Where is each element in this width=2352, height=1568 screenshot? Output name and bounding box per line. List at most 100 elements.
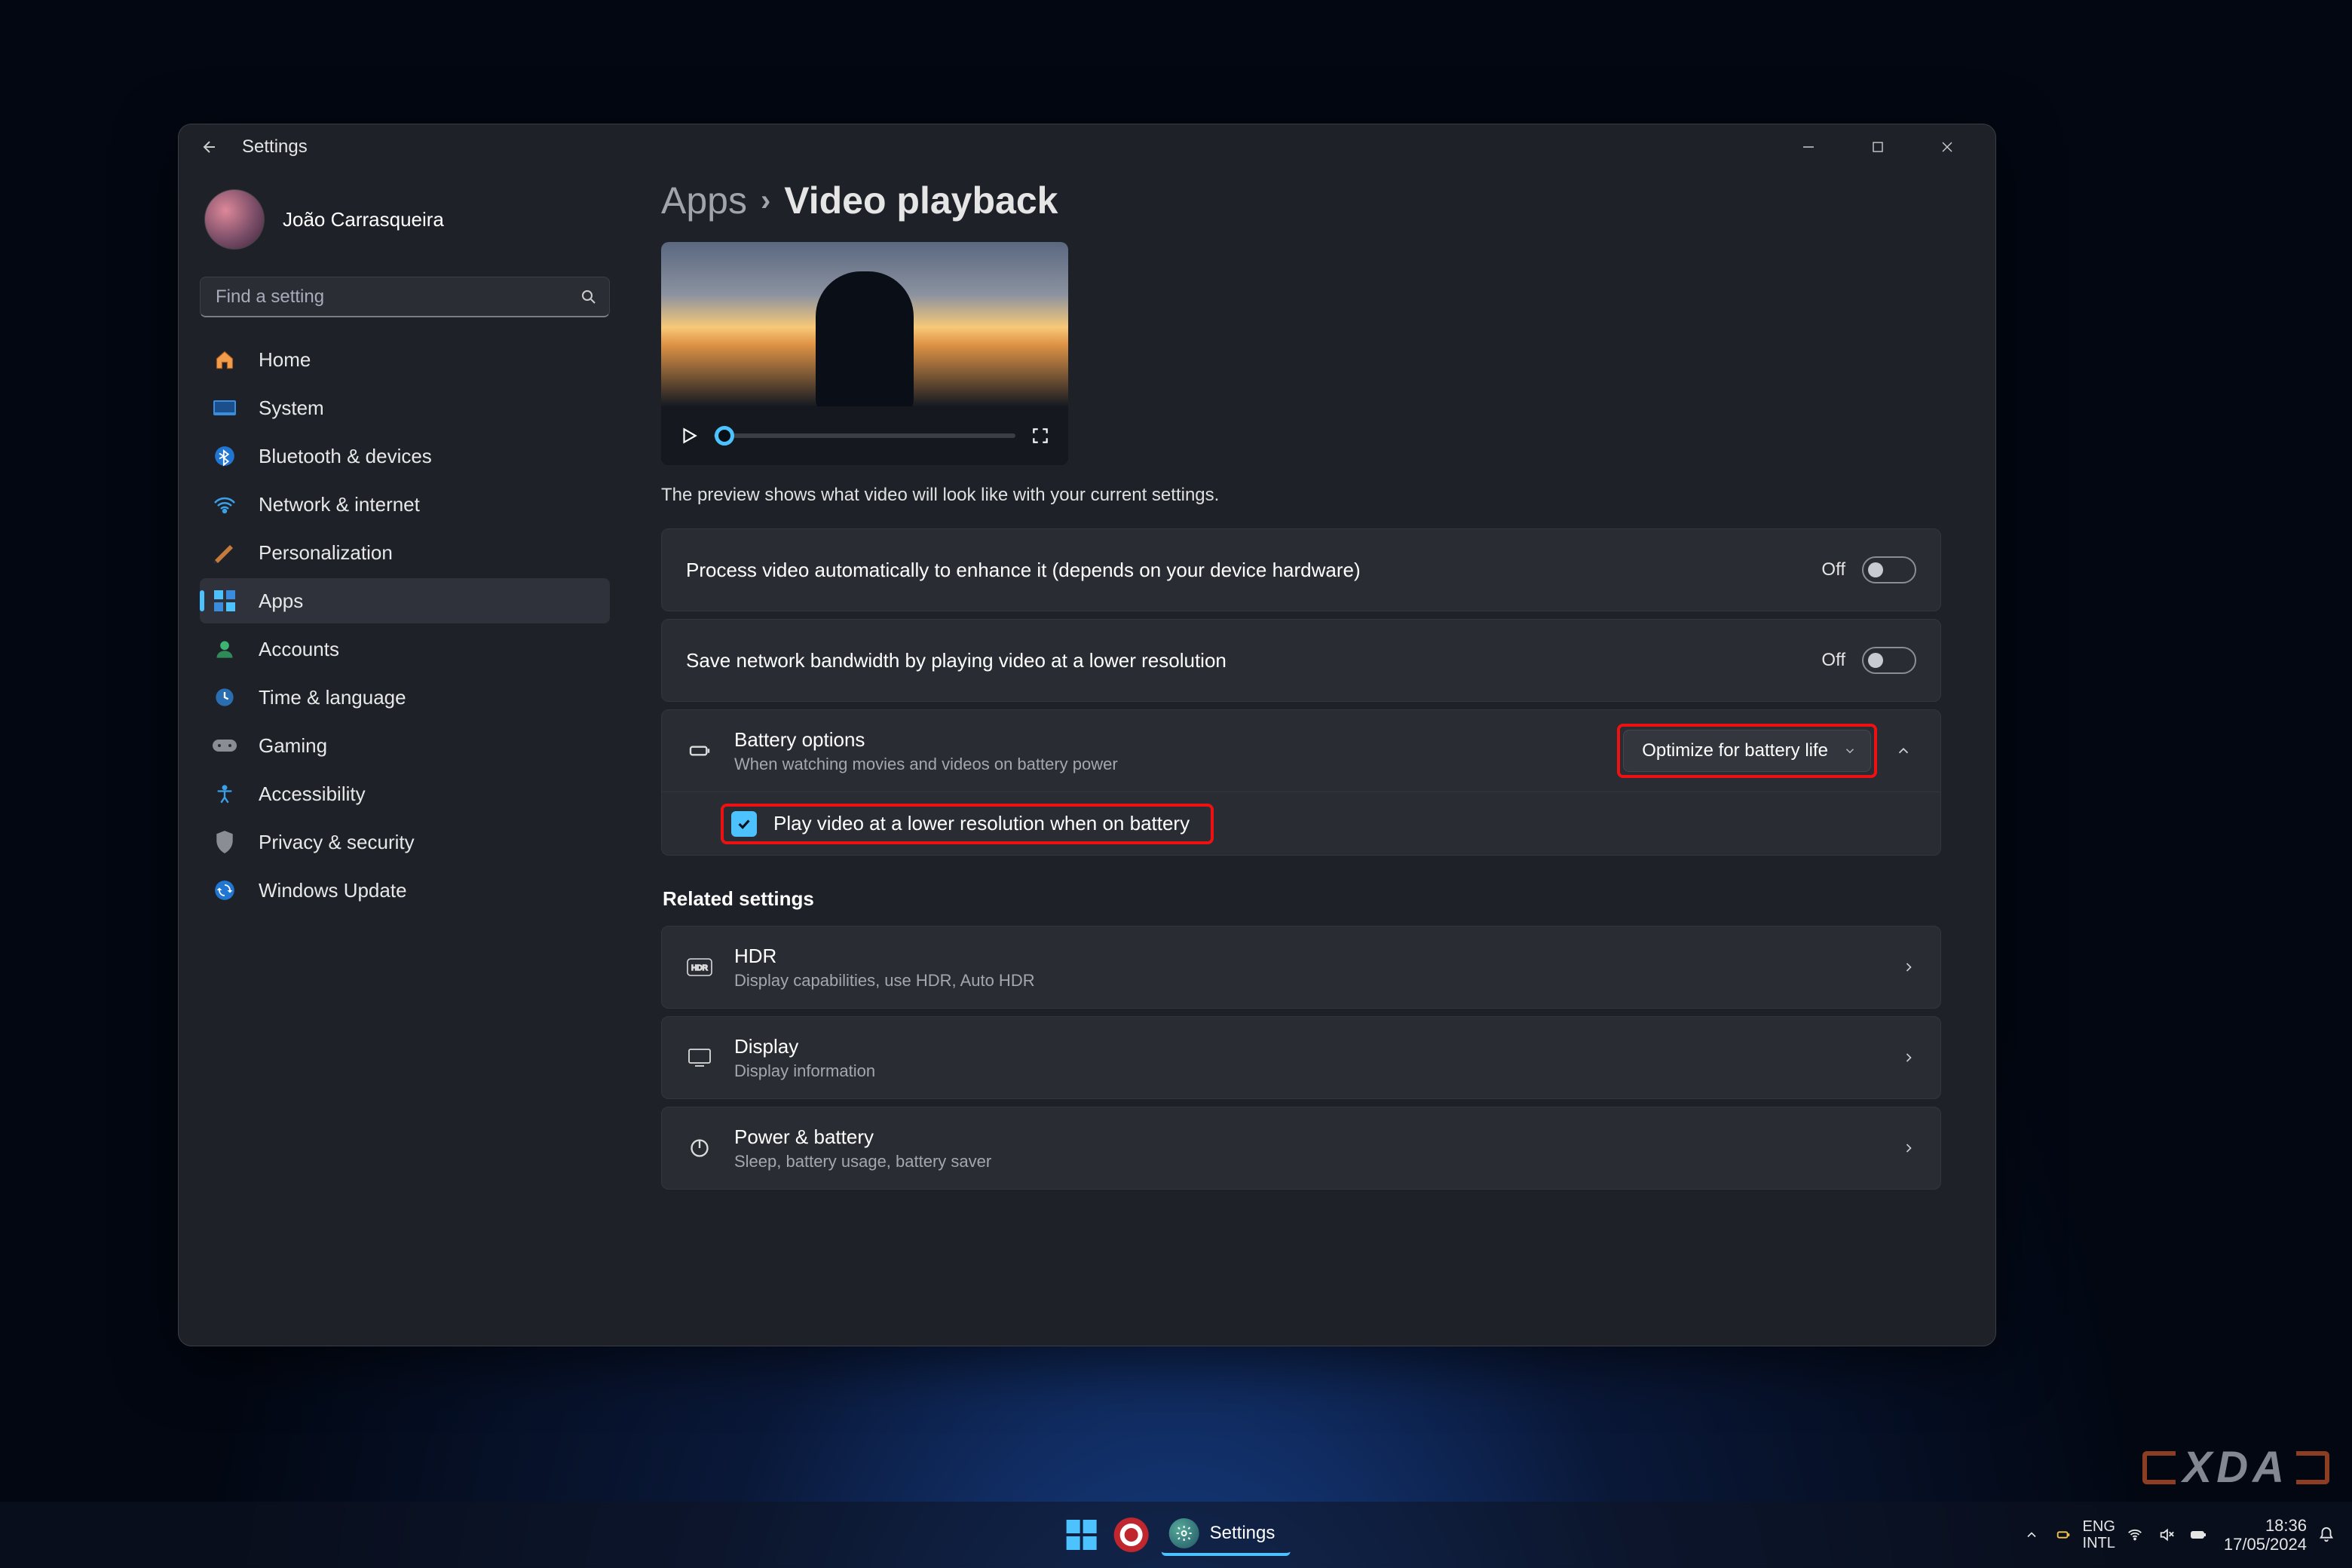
- apps-icon: [212, 588, 237, 614]
- related-title: Display: [734, 1035, 1880, 1058]
- close-button[interactable]: [1913, 129, 1982, 165]
- bandwidth-toggle[interactable]: [1862, 647, 1916, 674]
- battery-icon: [686, 739, 713, 763]
- notifications-icon[interactable]: [2314, 1523, 2338, 1547]
- username: João Carrasqueira: [283, 208, 444, 231]
- setting-battery-options: Battery options When watching movies and…: [661, 709, 1941, 856]
- hdr-icon: HDR: [686, 958, 713, 976]
- settings-app-taskbar[interactable]: Settings: [1162, 1514, 1291, 1556]
- preview-caption: The preview shows what video will look l…: [661, 485, 1941, 506]
- sidebar-item-label: Personalization: [259, 541, 393, 565]
- video-preview: [661, 242, 1068, 465]
- gaming-icon: [212, 733, 237, 758]
- sidebar-item-home[interactable]: Home: [200, 337, 610, 382]
- search-input[interactable]: [200, 277, 610, 317]
- sidebar-item-update[interactable]: Windows Update: [200, 868, 610, 913]
- time-icon: [212, 684, 237, 710]
- search-icon[interactable]: [580, 288, 598, 306]
- sidebar: João Carrasqueira Home System Bluetooth & …: [179, 170, 631, 1346]
- nav: Home System Bluetooth & devices Network & i…: [200, 337, 610, 913]
- chevron-right-icon: [1901, 1141, 1916, 1156]
- sidebar-item-label: Privacy & security: [259, 831, 415, 854]
- search: [200, 277, 610, 317]
- tray-power-icon[interactable]: [2051, 1523, 2075, 1547]
- accessibility-icon: [212, 781, 237, 807]
- lower-resolution-checkbox[interactable]: [731, 811, 757, 837]
- toggle-state: Off: [1821, 559, 1845, 580]
- update-icon: [212, 877, 237, 903]
- related-sub: Display information: [734, 1061, 1880, 1081]
- taskbar: Settings ENGINTL 18:3617/05/2024: [0, 1502, 2352, 1568]
- sidebar-item-label: Home: [259, 348, 311, 372]
- dropdown-value: Optimize for battery life: [1642, 740, 1828, 761]
- sidebar-item-network[interactable]: Network & internet: [200, 482, 610, 527]
- fullscreen-button[interactable]: [1031, 426, 1050, 446]
- sidebar-item-label: Time & language: [259, 686, 406, 709]
- profile[interactable]: João Carrasqueira: [200, 183, 610, 265]
- volume-icon[interactable]: [2154, 1523, 2179, 1547]
- process-video-toggle[interactable]: [1862, 556, 1916, 583]
- minimize-button[interactable]: [1774, 129, 1843, 165]
- titlebar: Settings: [179, 124, 1995, 170]
- back-button[interactable]: [198, 136, 221, 158]
- vivaldi-app[interactable]: [1112, 1515, 1151, 1554]
- sidebar-item-label: Apps: [259, 590, 303, 613]
- bluetooth-icon: [212, 443, 237, 469]
- chevron-right-icon: [1901, 960, 1916, 975]
- system-tray: ENGINTL 18:3617/05/2024: [2020, 1516, 2338, 1554]
- system-icon: [212, 395, 237, 421]
- related-title: HDR: [734, 945, 1880, 968]
- setting-bandwidth: Save network bandwidth by playing video …: [661, 619, 1941, 702]
- home-icon: [212, 347, 237, 372]
- sidebar-item-gaming[interactable]: Gaming: [200, 723, 610, 768]
- related-power[interactable]: Power & battery Sleep, battery usage, bat…: [661, 1107, 1941, 1190]
- sidebar-item-personalization[interactable]: Personalization: [200, 530, 610, 575]
- sidebar-item-time[interactable]: Time & language: [200, 675, 610, 720]
- breadcrumb-current: Video playback: [784, 179, 1058, 222]
- related-display[interactable]: Display Display information: [661, 1016, 1941, 1099]
- related-title: Power & battery: [734, 1125, 1880, 1149]
- sidebar-item-accounts[interactable]: Accounts: [200, 626, 610, 672]
- related-hdr[interactable]: HDRHDRDisplay capabilities, use HDR, Aut…: [661, 926, 1941, 1009]
- setting-process-video: Process video automatically to enhance i…: [661, 528, 1941, 611]
- battery-subrow: Play video at a lower resolution when on…: [662, 792, 1940, 855]
- sidebar-item-label: Network & internet: [259, 493, 420, 516]
- language-indicator[interactable]: ENGINTL: [2083, 1518, 2115, 1551]
- settings-window: Settings João Carrasqueira Home System Blu…: [178, 124, 1996, 1346]
- chevron-right-icon: [1901, 1050, 1916, 1065]
- accounts-icon: [212, 636, 237, 662]
- seek-slider[interactable]: [714, 433, 1015, 438]
- start-button[interactable]: [1062, 1515, 1101, 1554]
- content: Apps › Video playback The preview shows …: [631, 170, 1995, 1346]
- related-heading: Related settings: [663, 887, 1941, 911]
- checkbox-label: Play video at a lower resolution when on…: [773, 812, 1190, 835]
- sidebar-item-label: Accounts: [259, 638, 339, 661]
- play-button[interactable]: [679, 426, 699, 446]
- chevron-down-icon: [1843, 744, 1857, 758]
- battery-tray-icon[interactable]: [2186, 1523, 2210, 1547]
- sidebar-item-label: Gaming: [259, 734, 327, 758]
- sidebar-item-system[interactable]: System: [200, 385, 610, 430]
- sidebar-item-accessibility[interactable]: Accessibility: [200, 771, 610, 816]
- tray-chevron-icon[interactable]: [2020, 1523, 2044, 1547]
- setting-sub: When watching movies and videos on batte…: [734, 755, 1599, 774]
- maximize-button[interactable]: [1843, 129, 1913, 165]
- sidebar-item-privacy[interactable]: Privacy & security: [200, 819, 610, 865]
- sidebar-item-bluetooth[interactable]: Bluetooth & devices: [200, 433, 610, 479]
- watermark: XDA: [2142, 1442, 2329, 1493]
- breadcrumb-parent[interactable]: Apps: [661, 179, 747, 222]
- clock[interactable]: 18:3617/05/2024: [2224, 1516, 2307, 1554]
- setting-title: Battery options: [734, 728, 1599, 752]
- wifi-icon[interactable]: [2123, 1523, 2147, 1547]
- sidebar-item-apps[interactable]: Apps: [200, 578, 610, 623]
- power-icon: [686, 1138, 713, 1159]
- window-title: Settings: [242, 136, 308, 158]
- sidebar-item-label: System: [259, 397, 324, 420]
- related-sub: Sleep, battery usage, battery saver: [734, 1152, 1880, 1171]
- breadcrumb: Apps › Video playback: [661, 179, 1941, 222]
- collapse-button[interactable]: [1891, 743, 1916, 759]
- setting-label: Save network bandwidth by playing video …: [686, 649, 1800, 672]
- svg-text:HDR: HDR: [691, 964, 708, 972]
- battery-dropdown[interactable]: Optimize for battery life: [1623, 730, 1871, 772]
- network-icon: [212, 492, 237, 517]
